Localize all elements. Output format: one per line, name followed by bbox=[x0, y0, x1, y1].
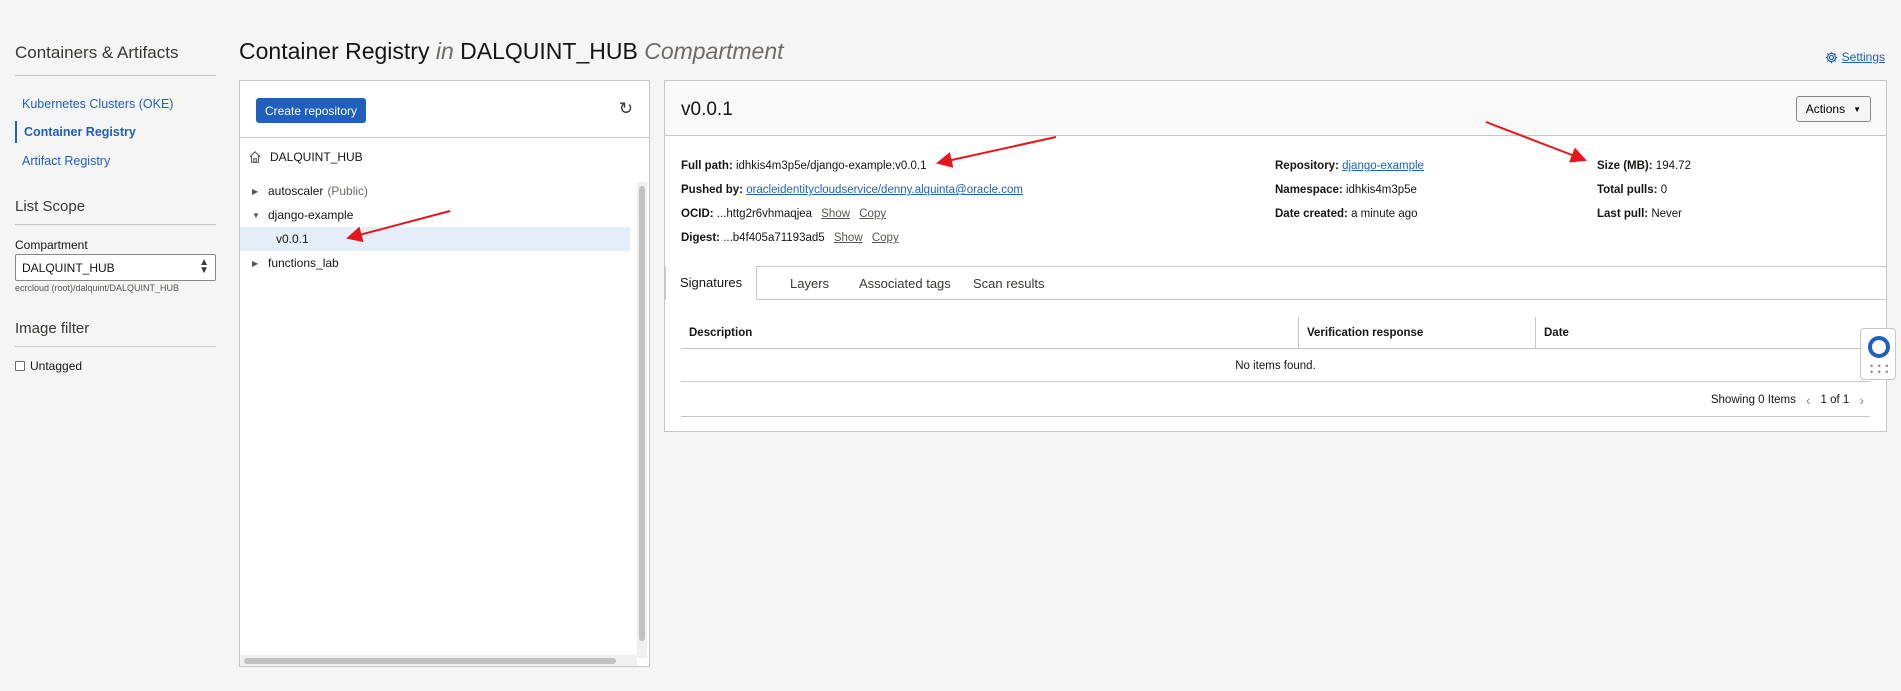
annotation-arrow-tree bbox=[346, 210, 451, 243]
annotation-arrows bbox=[346, 121, 1587, 243]
annotation-arrow-full-path bbox=[936, 136, 1057, 168]
annotation-arrow-size bbox=[1485, 121, 1587, 163]
